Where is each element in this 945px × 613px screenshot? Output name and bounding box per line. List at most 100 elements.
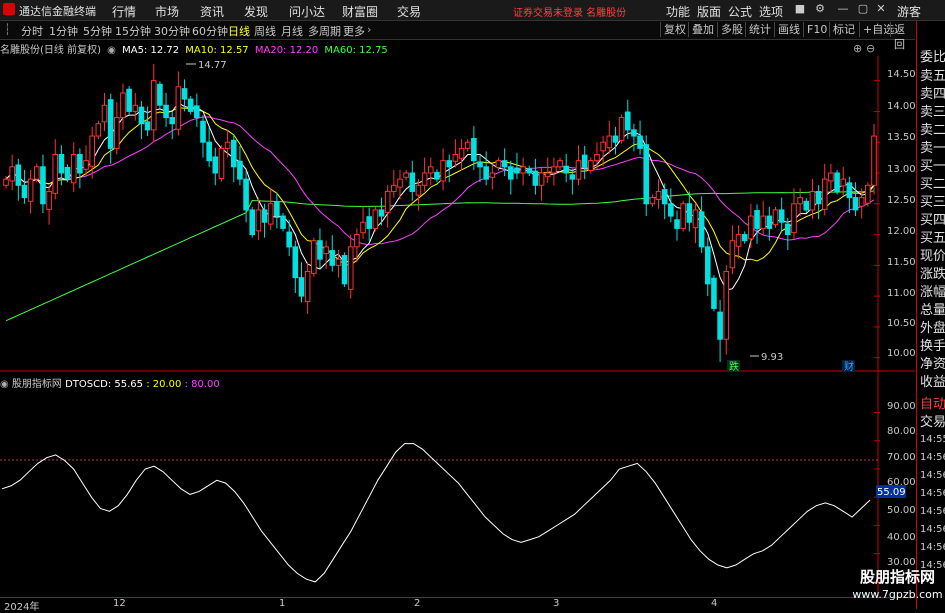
side-netasset[interactable]: 净资: [920, 353, 945, 372]
candle-body: [538, 172, 545, 186]
candle-body: [46, 190, 52, 210]
dtoscd-value: DTOSCD: 55.65: [65, 379, 143, 390]
candle-body: [631, 129, 637, 137]
candle-body: [489, 172, 496, 178]
candle-body: [27, 178, 34, 202]
candle-body: [612, 135, 619, 143]
candle-body: [717, 311, 723, 340]
candle-body: [175, 86, 182, 130]
candle-body: [495, 160, 502, 168]
side-sell4[interactable]: 卖四: [920, 83, 945, 102]
high-price-label: 14.77: [198, 60, 227, 71]
chart-canvas[interactable]: 14.77 9.93 跌 财 55.09: [0, 0, 915, 609]
candle-body: [378, 209, 385, 217]
side-sell5[interactable]: 卖五: [920, 65, 945, 84]
candle-body: [464, 141, 471, 149]
candle-body: [200, 120, 206, 143]
date-label: 2024年: [4, 602, 40, 613]
candle-body: [120, 92, 126, 119]
side-sell1[interactable]: 卖一: [920, 137, 945, 156]
candle-body: [600, 141, 606, 152]
candle-body: [440, 160, 446, 182]
side-earnings[interactable]: 收益: [920, 371, 945, 390]
die-marker[interactable]: 跌: [729, 360, 739, 373]
side-buy5[interactable]: 买五: [920, 227, 945, 246]
candle-body: [372, 209, 379, 229]
candle-body: [9, 166, 15, 182]
candle-body: [815, 190, 822, 205]
side-sell3[interactable]: 卖三: [920, 101, 945, 120]
candle-body: [828, 172, 834, 182]
candle-body: [618, 117, 625, 141]
candle-body: [452, 154, 459, 162]
side-outer[interactable]: 外盘: [920, 317, 945, 336]
candle-body: [255, 209, 262, 232]
candle-body: [157, 83, 163, 106]
ind-tick-30: 30.00: [887, 557, 916, 568]
candle-body: [341, 254, 348, 285]
tick-time: 14:56: [920, 470, 945, 481]
side-change[interactable]: 涨跌: [920, 263, 945, 282]
candle-body: [403, 172, 409, 178]
candle-body: [249, 209, 256, 236]
price-tick-1300: 13.00: [887, 164, 916, 175]
candle-body: [150, 80, 157, 131]
dtoscd-line: [1, 443, 871, 583]
cai-marker[interactable]: 财: [844, 360, 854, 373]
candle-body: [840, 178, 847, 187]
candle-body: [329, 250, 336, 266]
side-buy2[interactable]: 买二: [920, 173, 945, 192]
candle-body: [15, 164, 22, 186]
candle-body: [803, 200, 810, 211]
side-sell2[interactable]: 卖二: [920, 119, 945, 138]
candle-body: [434, 171, 440, 180]
candle-body: [575, 160, 582, 180]
price-tick-1200: 12.00: [887, 226, 916, 237]
candle-body: [520, 166, 526, 174]
candle-body: [471, 138, 477, 162]
side-weibi[interactable]: 委比: [920, 46, 945, 65]
candle-body: [852, 197, 859, 211]
side-buy4[interactable]: 买四: [920, 209, 945, 228]
candle-body: [194, 105, 200, 119]
side-trade-button[interactable]: 交易: [920, 411, 945, 430]
candle-body: [138, 106, 145, 125]
price-tick-1050: 10.50: [887, 318, 916, 329]
side-buy1[interactable]: 买一: [920, 155, 945, 174]
candle-body: [748, 215, 754, 240]
side-volume[interactable]: 总量: [920, 299, 945, 318]
candle-body: [834, 172, 840, 192]
side-turnover[interactable]: 换手: [920, 335, 945, 354]
tick-time: 14:56: [920, 452, 945, 463]
candle-body: [686, 203, 693, 223]
candle-body: [280, 215, 286, 229]
candle-body: [865, 184, 871, 204]
candle-body: [655, 190, 662, 200]
side-buy3[interactable]: 买三: [920, 191, 945, 210]
candle-body: [267, 203, 274, 225]
candle-body: [384, 190, 391, 213]
ind-tick-90: 90.00: [887, 401, 916, 412]
side-change-pct[interactable]: 涨幅: [920, 281, 945, 300]
candle-body: [360, 221, 366, 234]
candle-body: [711, 277, 717, 309]
candle-body: [181, 88, 188, 100]
candle-body: [70, 154, 77, 184]
candle-body: [483, 166, 489, 180]
side-price[interactable]: 现价: [920, 245, 945, 264]
watermark: 股朋指标网 www.7gpzb.com: [850, 568, 945, 604]
candle-body: [858, 197, 865, 207]
date-label: 12: [113, 598, 126, 609]
candle-body: [3, 178, 9, 186]
candle-body: [101, 104, 108, 123]
candle-body: [797, 197, 803, 205]
date-label: 3: [553, 598, 560, 609]
candle-body: [206, 141, 212, 162]
candle-body: [33, 166, 40, 180]
candle-body: [507, 166, 514, 180]
side-auto-button[interactable]: 自动: [920, 393, 945, 412]
candle-body: [624, 111, 631, 131]
indicator-toggle-icon[interactable]: ◉: [0, 379, 9, 390]
candle-body: [661, 189, 668, 205]
candle-body: [594, 154, 600, 162]
